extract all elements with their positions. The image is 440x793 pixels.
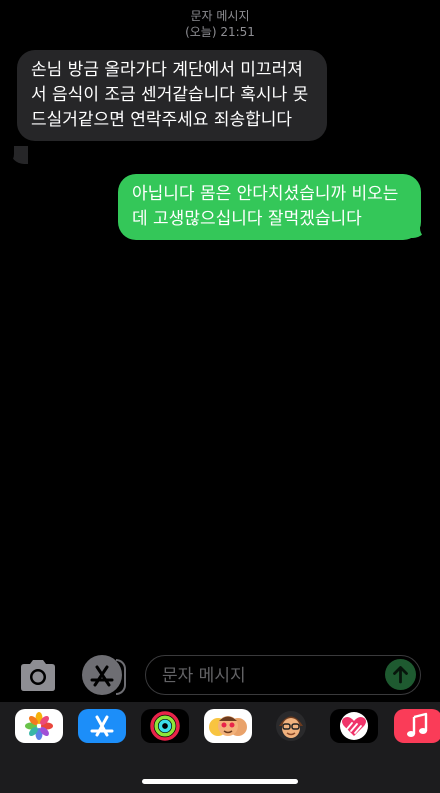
incoming-tail-mask xyxy=(0,140,14,166)
memoji-stickers-app-button[interactable] xyxy=(267,709,315,743)
digital-touch-app-button[interactable] xyxy=(330,709,378,743)
digital-touch-icon xyxy=(340,712,368,740)
arrow-up-icon xyxy=(393,666,408,684)
camera-icon xyxy=(21,660,55,691)
outgoing-message-bubble[interactable]: 아닙니다 몸은 안다치셨습니까 비오는데 고생많으십니다 잘먹겠습니다 xyxy=(118,174,421,240)
memoji-app-button[interactable] xyxy=(204,709,252,743)
message-input[interactable] xyxy=(160,656,384,695)
message-input-field[interactable] xyxy=(145,655,421,695)
music-app-button[interactable] xyxy=(394,709,440,743)
memoji-icon xyxy=(209,716,247,736)
outgoing-tail-mask xyxy=(420,214,436,240)
app-store-icon xyxy=(90,715,114,737)
activity-app-button[interactable] xyxy=(141,709,189,743)
camera-button[interactable] xyxy=(18,657,58,693)
home-indicator[interactable] xyxy=(142,779,298,784)
composer-bar xyxy=(0,653,440,697)
incoming-message-bubble[interactable]: 손님 방금 올라가다 계단에서 미끄러져서 음식이 조금 센거같습니다 혹시나 … xyxy=(17,50,327,141)
music-icon xyxy=(407,712,428,737)
memoji-stickers-icon xyxy=(276,711,306,741)
app-store-app-button[interactable] xyxy=(78,709,126,743)
send-button[interactable] xyxy=(385,659,416,690)
photos-icon xyxy=(25,712,53,740)
apps-button[interactable] xyxy=(82,655,126,695)
app-store-icon xyxy=(90,665,114,687)
photos-app-button[interactable] xyxy=(15,709,63,743)
conversation-header: 문자 메시지 (오늘) 21:51 xyxy=(0,8,440,40)
activity-icon xyxy=(150,711,180,741)
conversation-title: 문자 메시지 xyxy=(190,9,250,23)
message-timestamp: (오늘) 21:51 xyxy=(185,25,255,39)
